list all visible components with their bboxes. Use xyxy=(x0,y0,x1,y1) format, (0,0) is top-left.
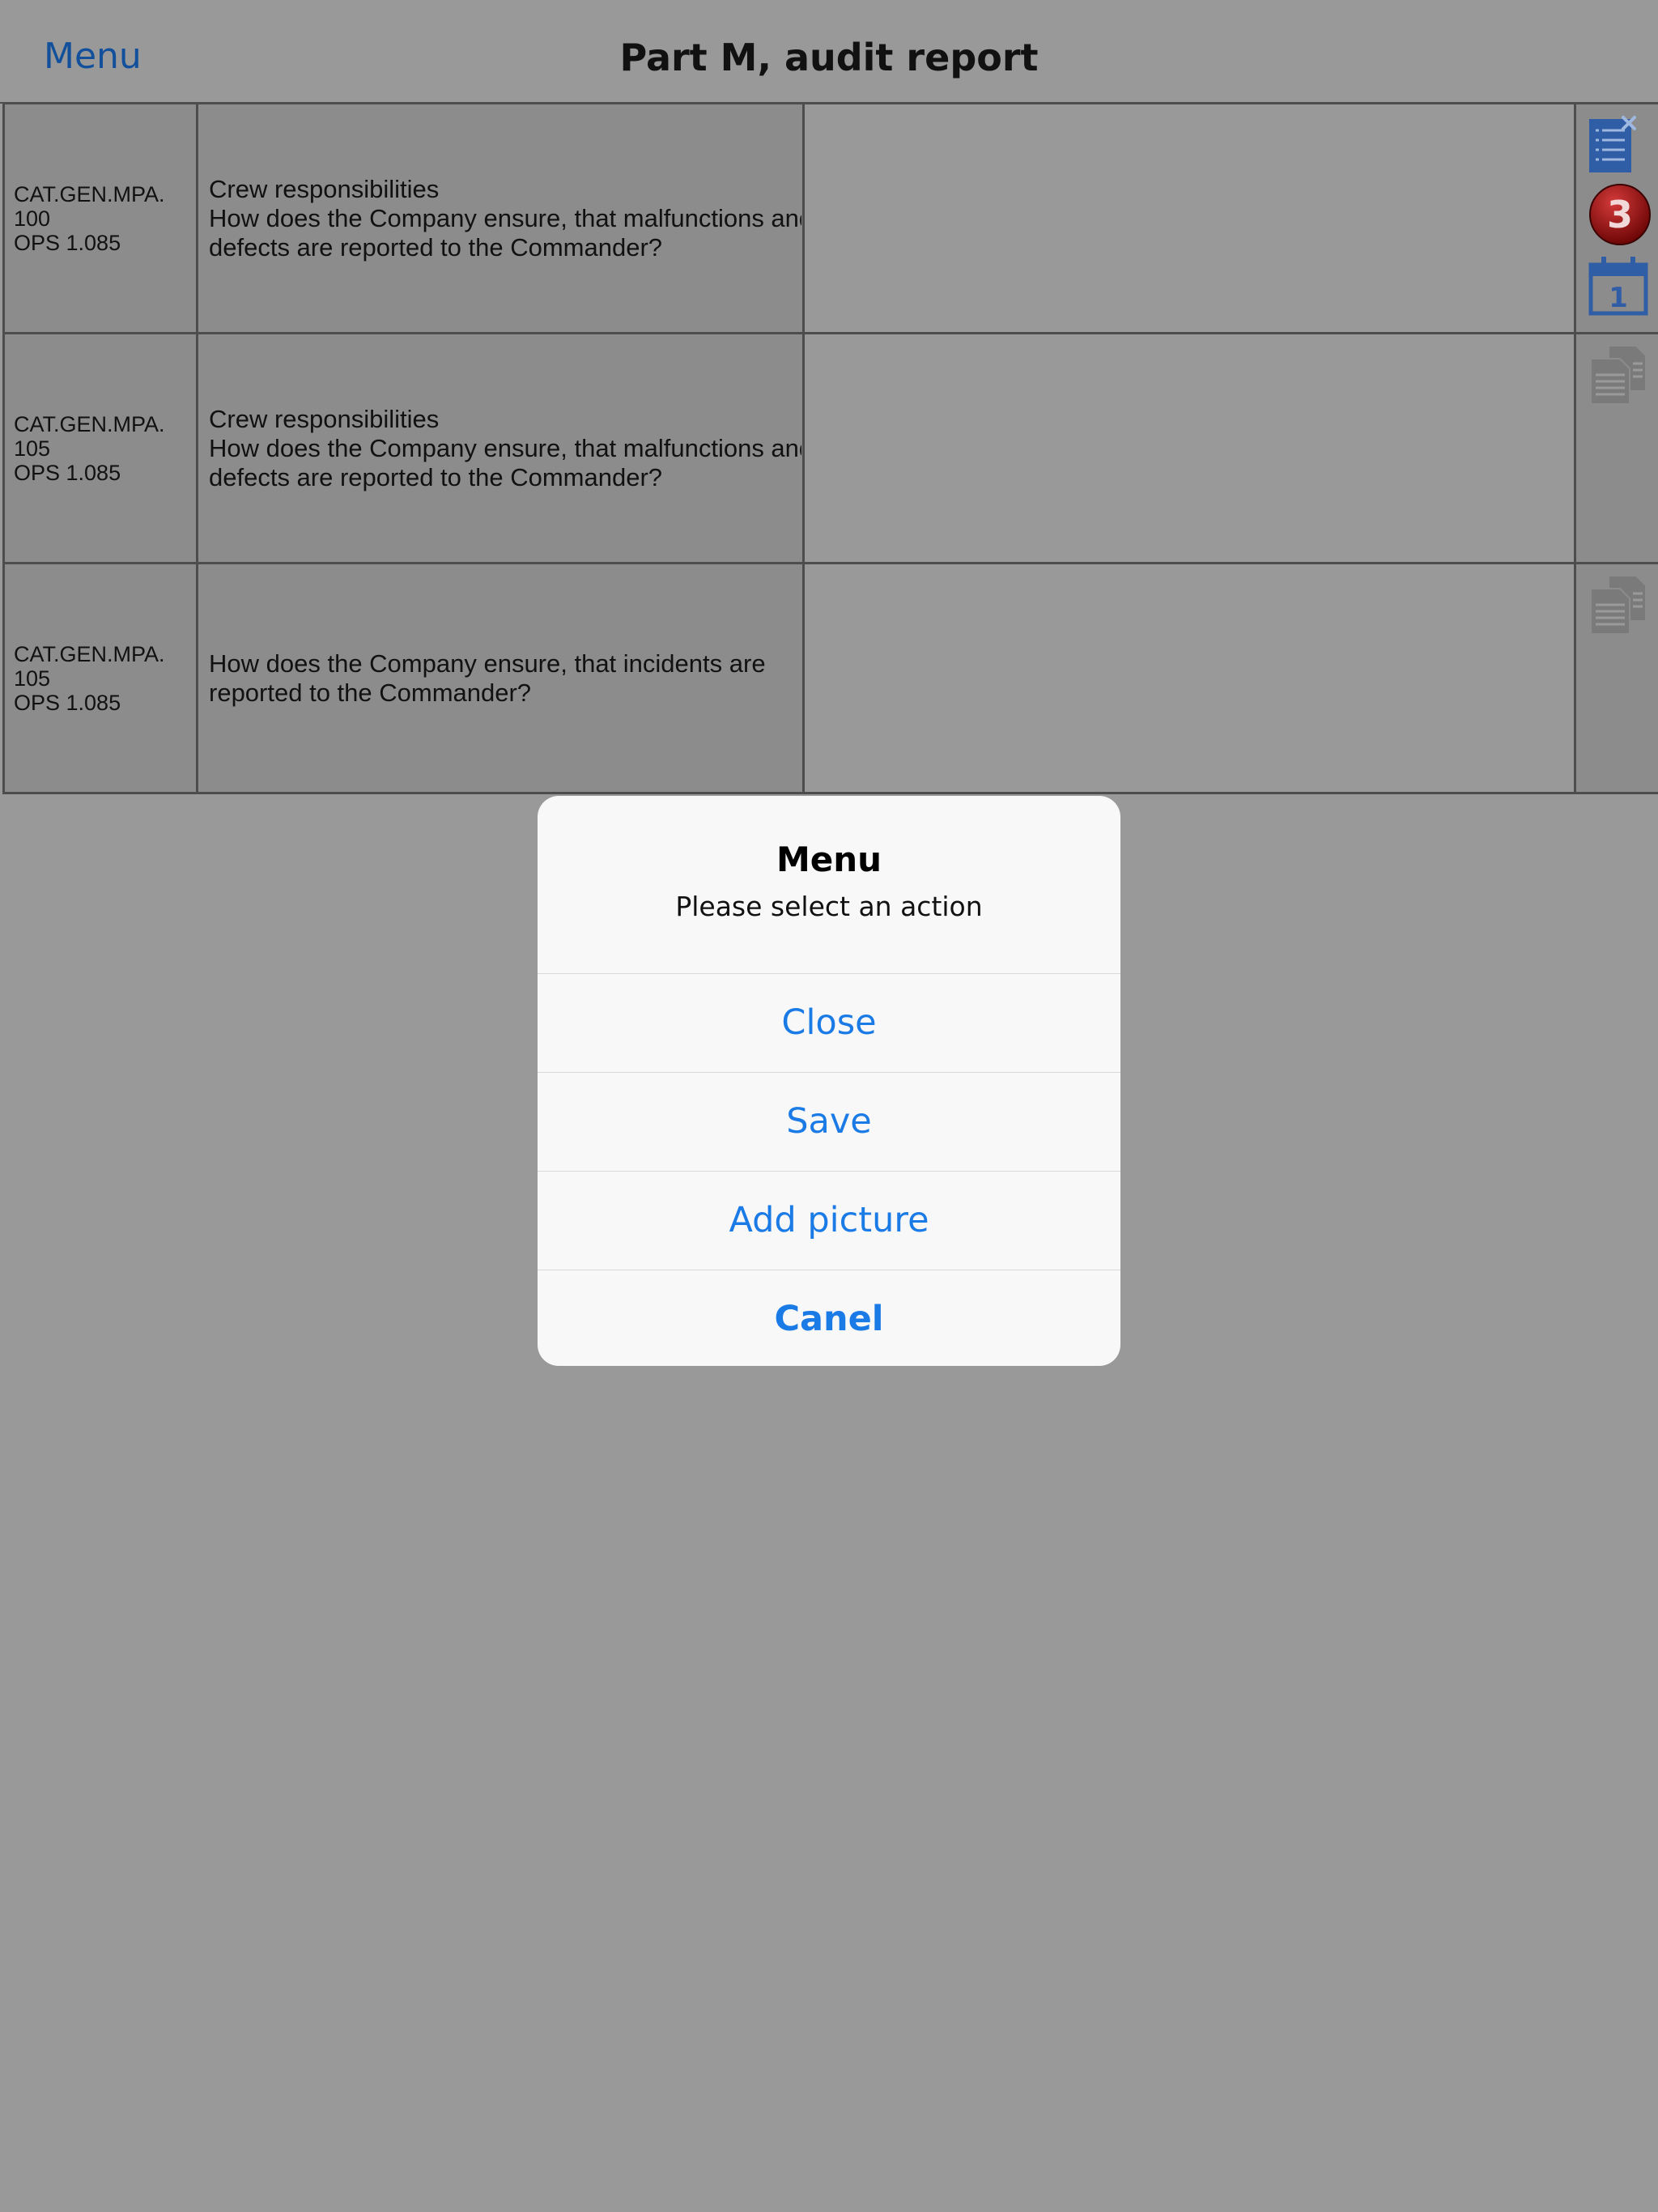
table-row: CAT.GEN.MPA. 105 OPS 1.085 Crew responsi… xyxy=(2,332,1658,564)
question-line: defects are reported to the Commander? xyxy=(209,232,663,262)
answer-cell[interactable] xyxy=(802,562,1576,794)
dialog-header: Menu Please select an action xyxy=(538,796,1120,974)
reference-number: 105 xyxy=(14,436,51,461)
question-heading: Crew responsibilities xyxy=(209,404,440,433)
reference-cell: CAT.GEN.MPA. 105 OPS 1.085 xyxy=(2,332,198,564)
ops-reference: OPS 1.085 xyxy=(14,460,121,485)
list-remove-icon[interactable] xyxy=(1588,114,1638,180)
question-line: How does the Company ensure, that incide… xyxy=(209,649,766,678)
badge-count: 3 xyxy=(1607,193,1633,236)
audit-table: CAT.GEN.MPA. 100 OPS 1.085 Crew responsi… xyxy=(2,102,1658,794)
question-line: defects are reported to the Commander? xyxy=(209,462,663,491)
answer-cell[interactable] xyxy=(802,332,1576,564)
documents-icon[interactable] xyxy=(1589,574,1647,640)
dialog-message: Please select an action xyxy=(675,891,983,922)
calendar-day: 1 xyxy=(1609,282,1628,314)
answer-cell[interactable] xyxy=(802,102,1576,334)
question-line: How does the Company ensure, that malfun… xyxy=(209,203,801,232)
table-row: CAT.GEN.MPA. 100 OPS 1.085 Crew responsi… xyxy=(2,102,1658,334)
question-cell[interactable]: Crew responsibilities How does the Compa… xyxy=(196,102,805,334)
ops-reference: OPS 1.085 xyxy=(14,230,121,255)
reference-number: 105 xyxy=(14,666,51,691)
reference-code: CAT.GEN.MPA. xyxy=(14,641,165,666)
table-row: CAT.GEN.MPA. 105 OPS 1.085 How does the … xyxy=(2,562,1658,794)
row-actions-cell xyxy=(1574,562,1658,794)
count-badge[interactable]: 3 xyxy=(1588,182,1652,251)
question-cell[interactable]: How does the Company ensure, that incide… xyxy=(196,562,805,794)
question-line: reported to the Commander? xyxy=(209,678,532,707)
dialog-title: Menu xyxy=(776,840,882,879)
action-sheet-dialog: Menu Please select an action Close Save … xyxy=(538,796,1120,1366)
ops-reference: OPS 1.085 xyxy=(14,690,121,715)
reference-number: 100 xyxy=(14,206,51,231)
reference-code: CAT.GEN.MPA. xyxy=(14,181,165,206)
calendar-icon[interactable]: 1 xyxy=(1588,255,1649,321)
navigation-bar: Menu Part M, audit report xyxy=(0,0,1658,104)
row-actions-cell: 3 1 xyxy=(1574,102,1658,334)
reference-cell: CAT.GEN.MPA. 100 OPS 1.085 xyxy=(2,102,198,334)
row-actions-cell xyxy=(1574,332,1658,564)
question-cell[interactable]: Crew responsibilities How does the Compa… xyxy=(196,332,805,564)
cancel-button[interactable]: Canel xyxy=(538,1270,1120,1366)
close-button[interactable]: Close xyxy=(538,974,1120,1073)
save-button[interactable]: Save xyxy=(538,1073,1120,1172)
reference-code: CAT.GEN.MPA. xyxy=(14,411,165,436)
add-picture-button[interactable]: Add picture xyxy=(538,1172,1120,1270)
question-heading: Crew responsibilities xyxy=(209,174,440,203)
question-line: How does the Company ensure, that malfun… xyxy=(209,433,801,462)
documents-icon[interactable] xyxy=(1589,344,1647,410)
page-title: Part M, audit report xyxy=(619,36,1039,79)
reference-cell: CAT.GEN.MPA. 105 OPS 1.085 xyxy=(2,562,198,794)
